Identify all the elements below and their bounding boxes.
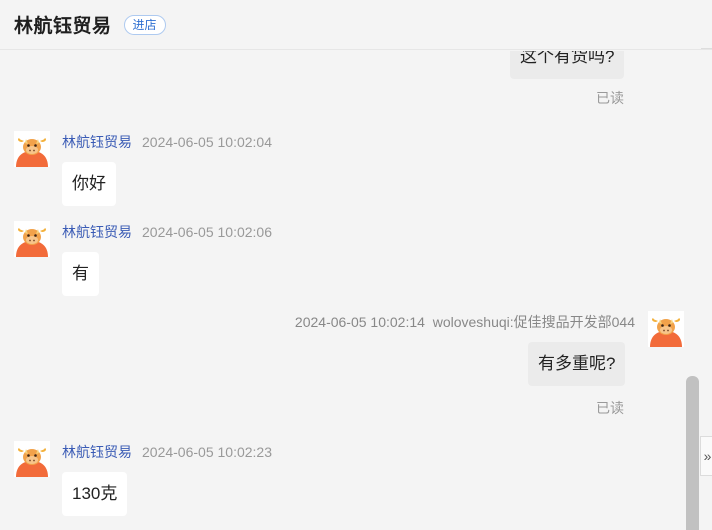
message-bubble: 你好 bbox=[62, 162, 116, 206]
message-meta: 林航钰贸易 2024-06-05 10:02:06 bbox=[62, 222, 272, 242]
message-bubble: 有 bbox=[62, 252, 99, 296]
message-meta: 2024-06-05 10:02:14 woloveshuqi:促佳搜品开发部0… bbox=[295, 312, 635, 332]
expand-panel-button[interactable]: » bbox=[700, 436, 712, 476]
message-time: 2024-06-05 10:02:06 bbox=[142, 224, 272, 240]
enter-store-button[interactable]: 进店 bbox=[123, 14, 166, 35]
message-time: 2024-06-05 10:02:23 bbox=[142, 444, 272, 460]
shop-name-title: 林航钰贸易 bbox=[14, 16, 112, 37]
user-avatar-icon[interactable] bbox=[648, 311, 684, 347]
message-list[interactable]: 这个有货吗? 已读 林航钰贸易 2024-06-05 10:02:04 你好 林航… bbox=[0, 51, 712, 530]
double-chevron-right-icon: » bbox=[703, 448, 712, 464]
message-time: 2024-06-05 10:02:04 bbox=[142, 134, 272, 150]
sender-name[interactable]: 林航钰贸易 bbox=[62, 134, 132, 150]
sender-name[interactable]: 林航钰贸易 bbox=[62, 224, 132, 240]
divider bbox=[701, 48, 712, 49]
read-status: 已读 bbox=[596, 400, 624, 416]
message-bubble: 这个有货吗? bbox=[510, 51, 625, 79]
shop-avatar-icon[interactable] bbox=[14, 441, 50, 477]
chat-header: 林航钰贸易 进店 bbox=[0, 0, 712, 50]
shop-avatar-icon[interactable] bbox=[14, 221, 50, 257]
scrollbar-thumb[interactable] bbox=[686, 376, 699, 530]
message-bubble: 130克 bbox=[62, 472, 128, 516]
message-bubble: 有多重呢? bbox=[528, 342, 626, 386]
sender-name: woloveshuqi:促佳搜品开发部044 bbox=[432, 314, 635, 330]
message-time: 2024-06-05 10:02:14 bbox=[294, 314, 425, 330]
message-meta: 林航钰贸易 2024-06-05 10:02:23 bbox=[62, 442, 272, 462]
message-meta: 林航钰贸易 2024-06-05 10:02:04 bbox=[62, 132, 272, 152]
read-status: 已读 bbox=[596, 90, 624, 106]
shop-avatar-icon[interactable] bbox=[14, 131, 50, 167]
sender-name[interactable]: 林航钰贸易 bbox=[62, 444, 132, 460]
scrollbar[interactable] bbox=[686, 376, 699, 530]
